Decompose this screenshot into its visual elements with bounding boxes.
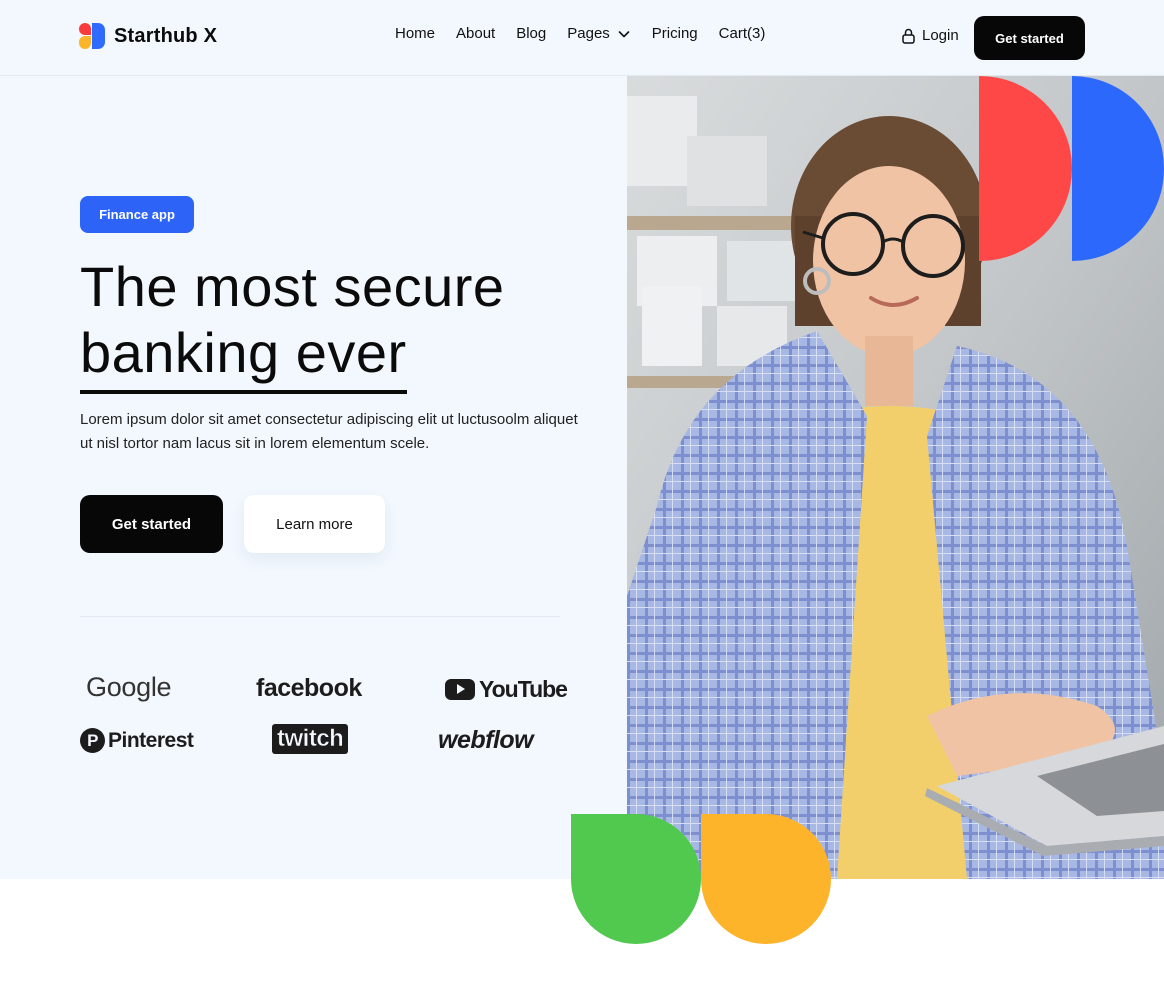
- decor-yellow-drop: [701, 814, 831, 944]
- learn-more-button[interactable]: Learn more: [244, 495, 385, 553]
- lock-icon: [902, 28, 915, 44]
- google-logo: Google: [86, 672, 172, 702]
- divider: [80, 616, 560, 617]
- nav-pages-label: Pages: [567, 25, 610, 42]
- login-link[interactable]: Login: [902, 27, 959, 44]
- pinterest-icon: P: [80, 728, 105, 753]
- hero-get-started-button[interactable]: Get started: [80, 495, 223, 553]
- brand-name: Starthub X: [114, 25, 218, 47]
- facebook-logo: facebook: [256, 674, 362, 702]
- youtube-logo: YouTube: [445, 676, 568, 703]
- brand-logo-icon: [79, 23, 106, 50]
- hero-title: The most secure banking ever: [80, 254, 600, 394]
- hero-title-line1: The most secure: [80, 255, 505, 318]
- finance-app-badge: Finance app: [80, 196, 194, 233]
- chevron-down-icon: [618, 30, 630, 37]
- nav-pages[interactable]: Pages: [567, 25, 631, 42]
- nav-pricing[interactable]: Pricing: [652, 25, 698, 42]
- pinterest-logo: P Pinterest: [80, 728, 194, 753]
- brand[interactable]: Starthub X: [79, 23, 217, 50]
- nav-home[interactable]: Home: [395, 25, 435, 42]
- header-get-started-button[interactable]: Get started: [974, 16, 1085, 60]
- site-header: Starthub X Home About Blog Pages Pricing…: [0, 0, 1164, 76]
- hero-title-line2: banking ever: [80, 320, 407, 394]
- webflow-logo: webflow: [438, 726, 534, 754]
- twitch-logo: twitch: [272, 724, 349, 754]
- nav-about[interactable]: About: [456, 25, 495, 42]
- partner-logos: Google facebook YouTube P Pinterest twit…: [80, 672, 568, 772]
- main-nav: Home About Blog Pages Pricing Cart(3): [395, 25, 765, 42]
- nav-blog[interactable]: Blog: [516, 25, 546, 42]
- nav-cart[interactable]: Cart(3): [719, 25, 766, 42]
- login-label: Login: [922, 27, 959, 44]
- decor-green-drop: [571, 814, 701, 944]
- hero-description: Lorem ipsum dolor sit amet consectetur a…: [80, 411, 578, 452]
- youtube-play-icon: [445, 679, 475, 700]
